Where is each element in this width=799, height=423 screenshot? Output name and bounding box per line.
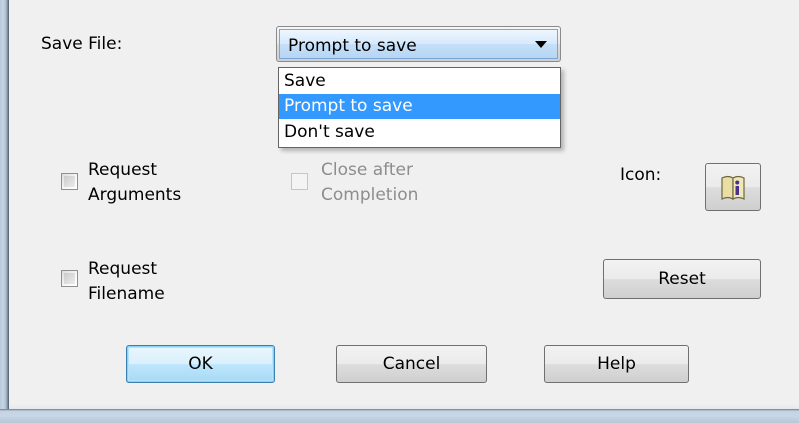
- window-left-border: [0, 0, 9, 423]
- chevron-down-icon[interactable]: [535, 41, 547, 48]
- request-arguments-label-line2: Arguments: [88, 185, 182, 205]
- save-file-combobox[interactable]: Prompt to save: [276, 26, 561, 62]
- help-button[interactable]: Help: [544, 345, 689, 383]
- save-file-label: Save File:: [41, 34, 123, 54]
- cancel-button-label: Cancel: [382, 354, 441, 374]
- close-after-completion-label-line2: Completion: [321, 185, 419, 205]
- dropdown-option-prompt-to-save[interactable]: Prompt to save: [279, 94, 560, 119]
- request-filename-checkbox[interactable]: [61, 270, 78, 287]
- icon-label: Icon:: [620, 165, 662, 185]
- icon-picker-button[interactable]: [705, 163, 761, 211]
- request-filename-label-line2: Filename: [88, 284, 165, 304]
- help-button-label: Help: [597, 354, 636, 374]
- close-after-completion-label-line1: Close after: [321, 160, 413, 180]
- save-file-combobox-value: Prompt to save: [288, 36, 417, 56]
- save-file-combobox-face[interactable]: Prompt to save: [279, 29, 558, 59]
- dialog-window: Save File: Prompt to save Save Prompt to…: [0, 0, 799, 423]
- save-file-dropdown-list: Save Prompt to save Don't save: [278, 67, 561, 148]
- ok-button[interactable]: OK: [126, 345, 275, 383]
- dropdown-option-dont-save[interactable]: Don't save: [279, 120, 560, 145]
- ok-button-label: OK: [188, 354, 213, 374]
- dropdown-option-save[interactable]: Save: [279, 69, 560, 94]
- request-filename-label-line1: Request: [88, 259, 158, 279]
- reset-button-label: Reset: [658, 269, 706, 289]
- request-arguments-checkbox[interactable]: [61, 173, 78, 190]
- close-after-completion-checkbox[interactable]: [291, 173, 308, 190]
- reset-button[interactable]: Reset: [603, 259, 761, 299]
- window-bottom-border: [0, 409, 799, 423]
- request-arguments-label-line1: Request: [88, 160, 158, 180]
- info-book-icon: [721, 175, 745, 201]
- cancel-button[interactable]: Cancel: [336, 345, 487, 383]
